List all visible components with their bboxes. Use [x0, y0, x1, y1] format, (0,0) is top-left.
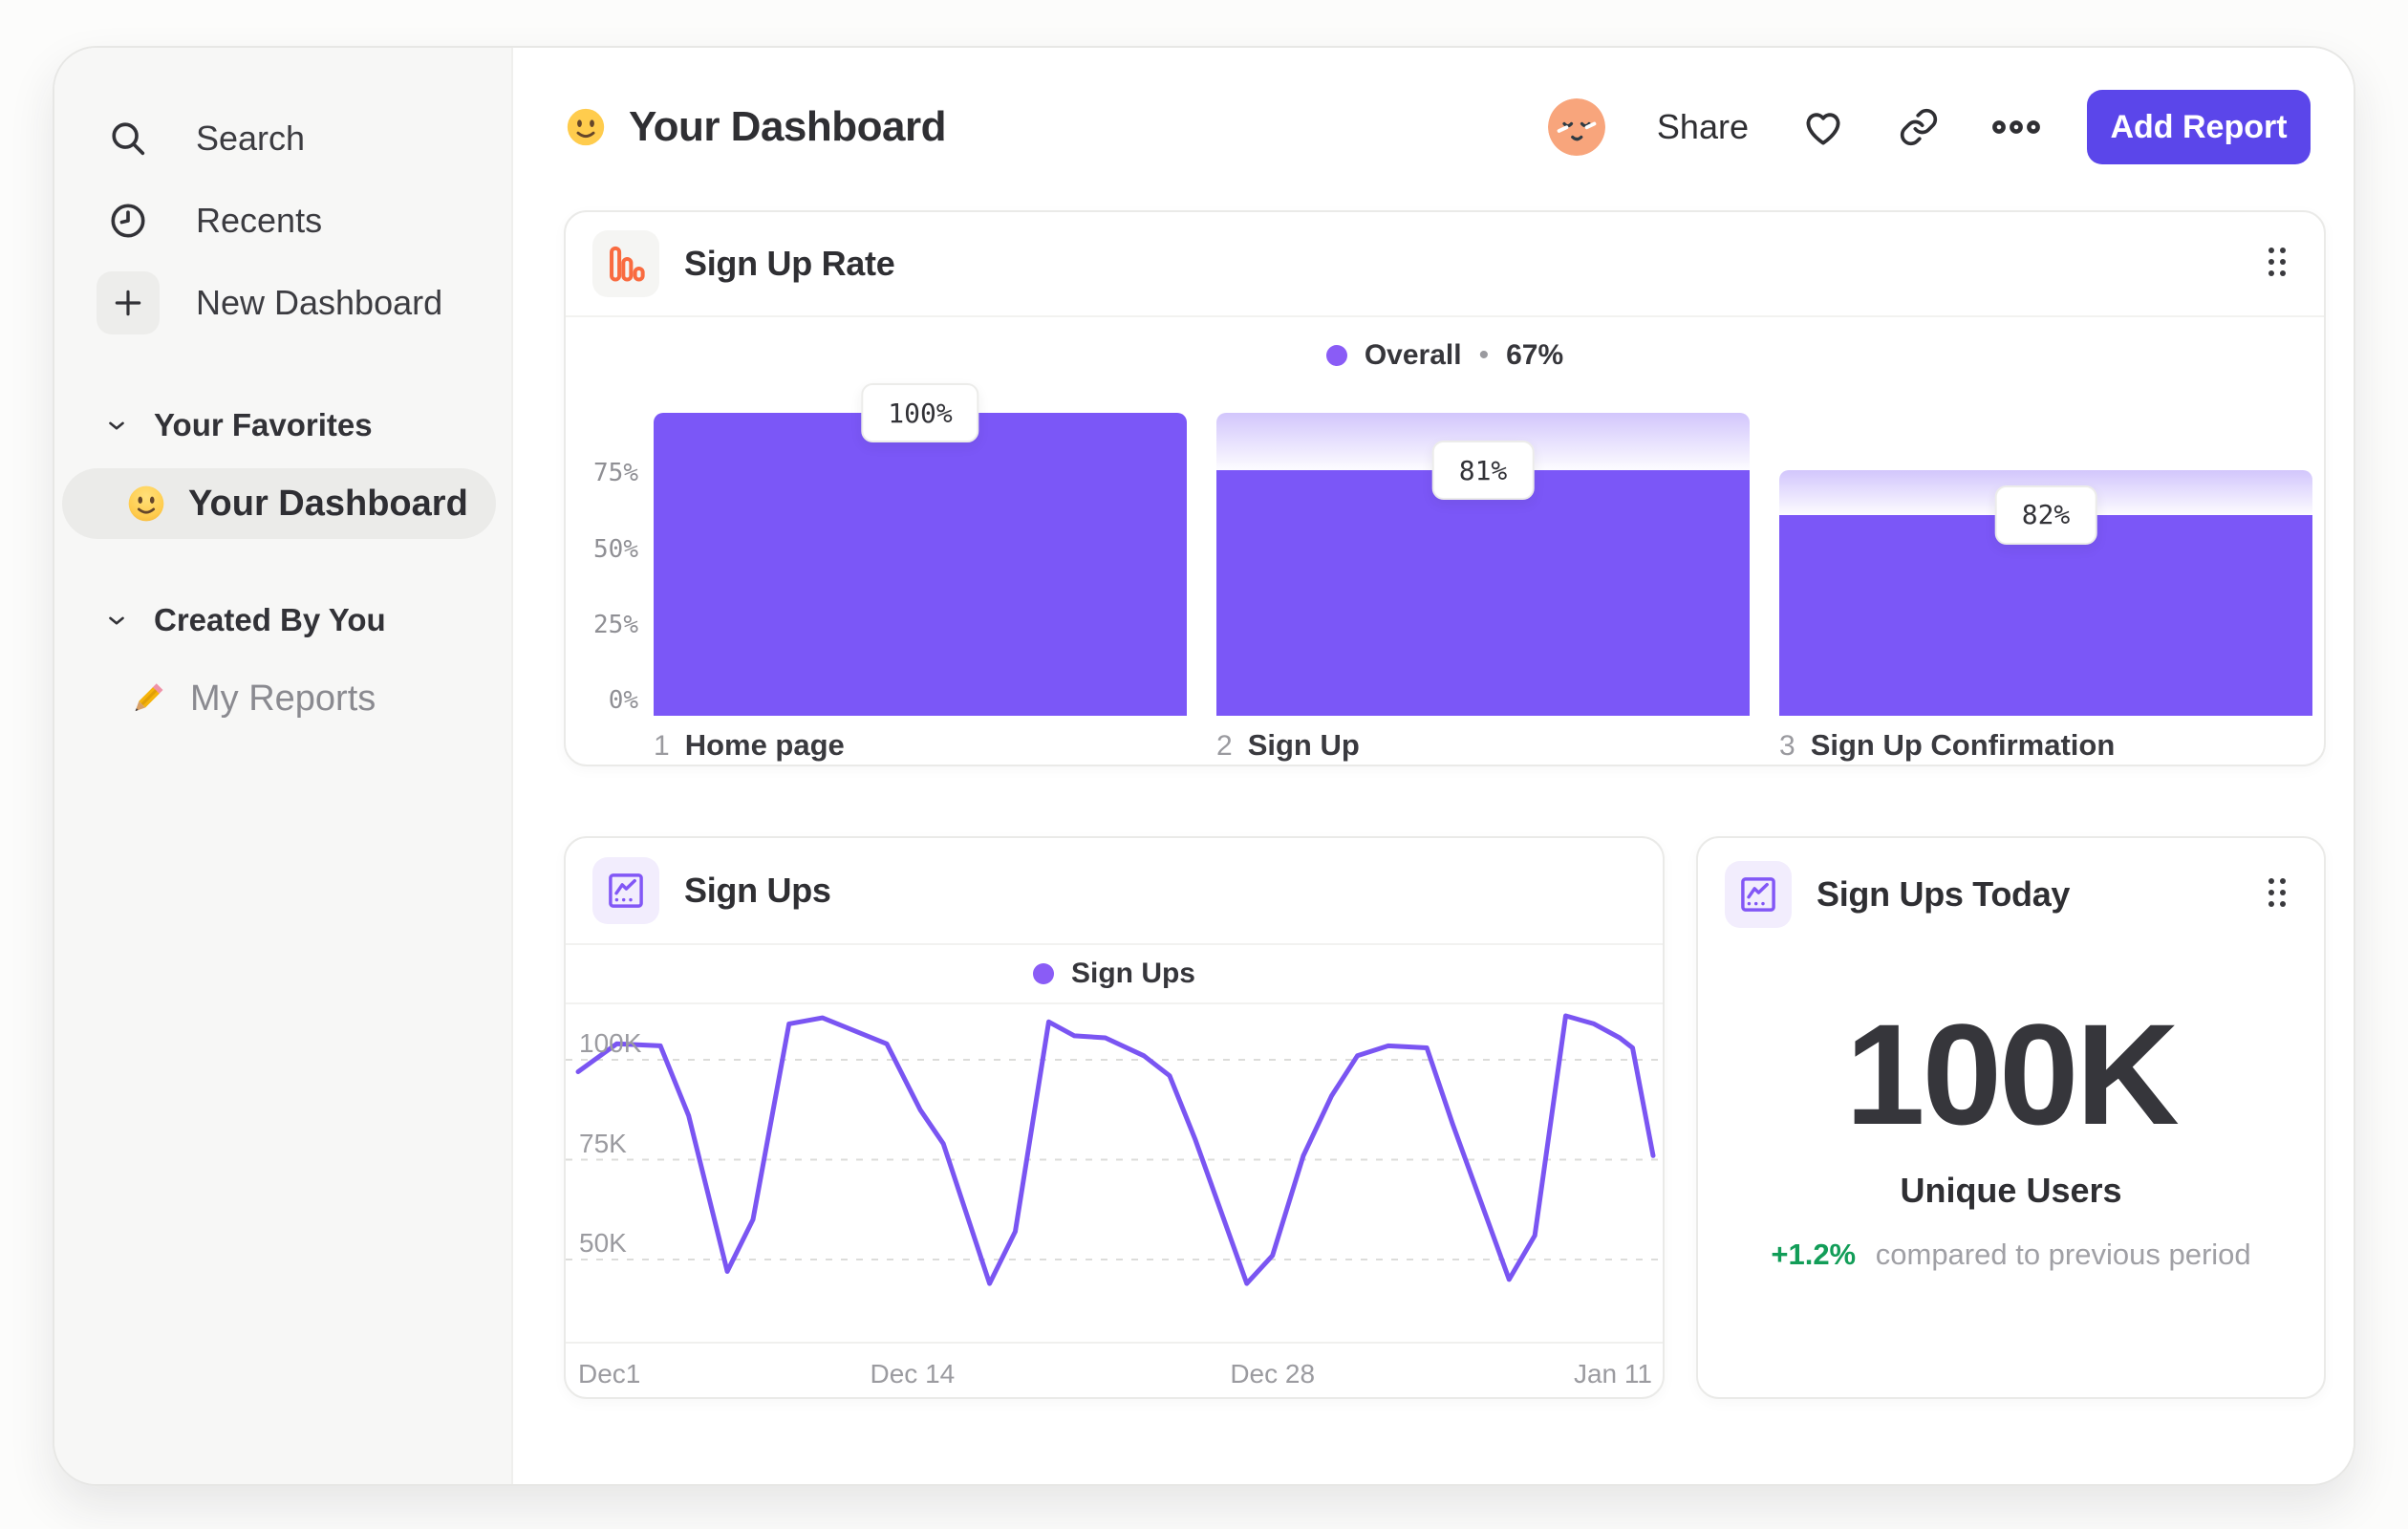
funnel-value-tooltip: 100%	[861, 383, 979, 442]
legend-dot	[1032, 963, 1054, 984]
drag-handle-icon[interactable]	[2265, 873, 2290, 916]
funnel-value-tooltip: 81%	[1431, 441, 1535, 501]
sidebar-item-your-dashboard[interactable]: Your Dashboard	[62, 468, 496, 539]
sidebar-item-label: Recents	[196, 201, 323, 240]
page-title: Your Dashboard	[564, 103, 947, 151]
line-x-axis: Dec1 Dec 14 Dec 28 Jan 11	[566, 1342, 1663, 1399]
dashboard-header: Your Dashboard Share Add Report	[564, 86, 2311, 168]
chevron-down-icon	[109, 421, 124, 430]
sidebar: Search Recents New Dashboard Your Favori…	[54, 48, 513, 1484]
sign-ups-series-line[interactable]	[575, 1013, 1656, 1286]
line-y-tick: 50K	[579, 1228, 627, 1258]
funnel-converted-segment	[654, 413, 1187, 716]
line-chart-icon	[1725, 861, 1792, 928]
delta-value: +1.2%	[1771, 1238, 1857, 1271]
line-x-tick: Dec 28	[1230, 1359, 1316, 1389]
funnel-x-labels: 1 Home page 2 Sign Up 3 Sign Up Confirmation	[654, 728, 2312, 763]
funnel-bar[interactable]: 100%	[654, 383, 1187, 716]
funnel-plot: 100% 81% 82%	[654, 383, 2312, 716]
line-x-tick: Jan 11	[1573, 1359, 1652, 1389]
smiley-icon	[567, 108, 605, 146]
add-report-button[interactable]: Add Report	[2087, 90, 2311, 164]
funnel-y-tick: 0%	[608, 686, 638, 715]
card-title: Sign Ups Today	[1817, 874, 2071, 914]
pencil-icon	[135, 683, 163, 712]
line-chart-icon	[592, 857, 659, 924]
funnel-y-tick: 25%	[593, 610, 638, 639]
chevron-down-icon	[109, 616, 124, 625]
sidebar-item-label: New Dashboard	[196, 283, 443, 322]
app-window: Search Recents New Dashboard Your Favori…	[53, 46, 2355, 1486]
card-header: Sign Ups	[566, 838, 1663, 945]
line-y-tick: 75K	[579, 1128, 627, 1158]
card-header: Sign Up Rate	[566, 212, 2324, 317]
card-title: Sign Up Rate	[684, 244, 895, 283]
line-chart-svg	[566, 1013, 1663, 1286]
funnel-step-label: 3 Sign Up Confirmation	[1779, 728, 2116, 762]
funnel-step-label: 1 Home page	[654, 728, 845, 762]
metric-label: Unique Users	[1900, 1171, 2122, 1210]
main-content: Your Dashboard Share Add Report Sign Up …	[513, 48, 2354, 1484]
card-title: Sign Ups	[684, 871, 831, 910]
metric-delta-row: +1.2% compared to previous period	[1698, 1238, 2324, 1272]
line-legend[interactable]: Sign Ups	[566, 945, 1663, 1004]
search-icon	[97, 107, 160, 170]
sidebar-item-search[interactable]: Search	[54, 97, 511, 180]
line-x-tick: Dec 14	[870, 1359, 956, 1389]
metric-value: 100K	[1845, 994, 2180, 1154]
share-button[interactable]: Share	[1657, 107, 1749, 147]
sidebar-item-recents[interactable]: Recents	[54, 180, 511, 262]
sidebar-item-my-reports[interactable]: My Reports	[62, 663, 496, 734]
delta-note: compared to previous period	[1875, 1238, 2251, 1271]
avatar[interactable]	[1547, 98, 1605, 156]
drag-handle-icon[interactable]	[2265, 243, 2290, 286]
section-created-by-you[interactable]: Created By You	[54, 602, 511, 638]
funnel-legend[interactable]: Overall • 67%	[566, 317, 2324, 394]
sidebar-item-new-dashboard[interactable]: New Dashboard	[54, 262, 511, 344]
funnel-step-label: 2 Sign Up	[1216, 728, 1360, 762]
line-plot[interactable]	[566, 1006, 1663, 1342]
sign-up-rate-card: Sign Up Rate Overall • 67% 0% 25% 50% 75% 1…	[564, 210, 2326, 766]
legend-dot	[1325, 345, 1347, 366]
sign-ups-today-card: Sign Ups Today 100K Unique Users +1.2% c…	[1696, 836, 2326, 1399]
funnel-value-tooltip: 82%	[1994, 485, 2097, 545]
funnel-converted-segment	[1779, 514, 2312, 716]
bar-chart-icon	[592, 230, 659, 297]
sign-ups-card: Sign Ups Sign Ups Dec1 Dec 14 Dec 28 Jan 11…	[564, 836, 1665, 1399]
card-header: Sign Ups Today	[1698, 838, 2324, 951]
funnel-y-tick: 50%	[593, 534, 638, 564]
clock-icon	[97, 189, 160, 252]
funnel-converted-segment	[1216, 470, 1750, 716]
favorite-heart-icon[interactable]	[1800, 104, 1846, 150]
sidebar-item-label: Search	[196, 118, 306, 158]
copy-link-icon[interactable]	[1898, 106, 1940, 148]
line-y-tick: 100K	[579, 1028, 642, 1058]
line-x-tick: Dec1	[578, 1359, 641, 1389]
smiley-icon	[128, 485, 164, 522]
more-options-icon[interactable]	[1991, 113, 2041, 141]
funnel-bar[interactable]: 81%	[1216, 413, 1750, 716]
plus-icon	[97, 271, 160, 334]
funnel-bar[interactable]: 82%	[1779, 413, 2312, 716]
section-your-favorites[interactable]: Your Favorites	[54, 407, 511, 443]
funnel-y-tick: 75%	[593, 459, 638, 488]
